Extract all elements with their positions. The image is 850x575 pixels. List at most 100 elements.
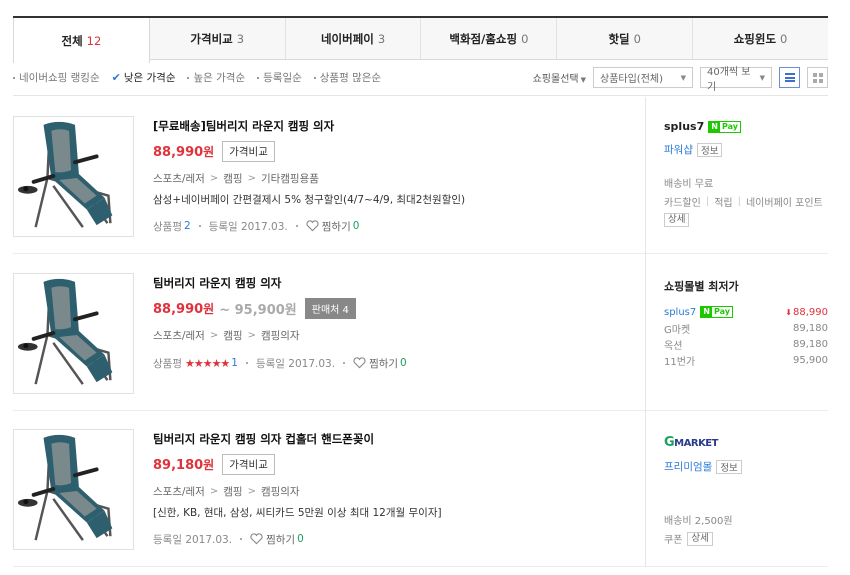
wishlist-count: 0	[297, 533, 304, 545]
tab-label: 네이버페이	[320, 31, 374, 46]
price-compare-button[interactable]: 가격비교	[222, 453, 275, 475]
product-thumbnail[interactable]	[13, 116, 134, 237]
bullet-icon	[257, 76, 260, 79]
product-thumbnail[interactable]	[13, 273, 134, 394]
mall-info-button[interactable]: 정보	[716, 459, 742, 474]
category-link[interactable]: 스포츠/레저	[153, 328, 205, 343]
price-value: 89,180	[153, 457, 204, 473]
check-icon: ✔	[111, 71, 121, 84]
lowest-price-row[interactable]: splus7 N Pay ⬇88,990	[664, 304, 828, 320]
sort-label: 상품평 많은순	[319, 72, 382, 84]
chevron-right-icon: >	[247, 485, 256, 497]
list-view-button[interactable]	[779, 67, 800, 88]
select-value: 상품타입(전체)	[600, 74, 664, 85]
wishlist-count: 0	[400, 357, 407, 369]
naver-pay-badge: N Pay	[708, 120, 741, 133]
heart-icon	[353, 357, 366, 369]
tab-count: 3	[377, 31, 386, 46]
gmarket-logo-g: G	[664, 435, 675, 450]
separator-dot	[295, 225, 298, 227]
wishlist-button[interactable]: 찜하기 0	[306, 219, 359, 234]
arrow-down-icon: ⬇	[785, 307, 792, 317]
product-title[interactable]: [무료배송]팀버리지 라운지 캠핑 의자	[153, 118, 643, 136]
separator-dot	[245, 362, 248, 364]
price-unit: 원	[203, 457, 215, 472]
benefit-detail-button[interactable]: 상세	[687, 531, 713, 546]
sort-low-price[interactable]: ✔ 낮은 가격순	[112, 70, 176, 85]
product-title[interactable]: 팀버리지 라운지 캠핑 의자	[153, 275, 643, 293]
product-info: 팀버리지 라운지 캠핑 의자 컵홀더 핸드폰꽂이 89,180원 가격비교 스포…	[153, 431, 643, 547]
chair-image	[14, 430, 133, 549]
tab-hotdeal[interactable]: 핫딜 0	[557, 18, 694, 59]
product-price: 88,990원	[153, 300, 214, 317]
product-item: 팀버리지 라운지 캠핑 의자 컵홀더 핸드폰꽂이 89,180원 가격비교 스포…	[13, 410, 828, 567]
sellers-button[interactable]: 판매처 4	[304, 297, 356, 319]
sort-high-price[interactable]: 높은 가격순	[187, 70, 245, 85]
price-range-max: ~ 95,900원	[219, 302, 297, 318]
price-compare-button[interactable]: 가격비교	[222, 140, 275, 162]
category-link[interactable]: 캠핑	[223, 171, 242, 186]
product-type-select[interactable]: 상품타입(전체) ▼	[593, 67, 693, 88]
category-link[interactable]: 스포츠/레저	[153, 484, 205, 499]
sort-ranking[interactable]: 네이버쇼핑 랭킹순	[13, 70, 100, 85]
npay-n: N	[701, 307, 712, 317]
category-path: 스포츠/레저 > 캠핑 > 캠핑의자	[153, 483, 643, 499]
mall-name-text: splus7	[664, 306, 697, 318]
benefit-info: 카드할인 | 적립 | 네이버페이 포인트	[664, 194, 828, 209]
price-value: 88,990	[153, 144, 204, 160]
price-row: 88,990원 가격비교	[153, 140, 643, 162]
grid-view-button[interactable]	[807, 67, 828, 88]
mall-select-dropdown[interactable]: 쇼핑몰선택 ▼	[533, 70, 586, 85]
sort-bar: 네이버쇼핑 랭킹순 ✔ 낮은 가격순 높은 가격순 등록일순 상품평 많은순 쇼핑…	[13, 60, 828, 96]
reg-date: 등록일 2017.03.	[208, 220, 288, 233]
product-description: 삼성+네이버페이 간편결제시 5% 청구할인(4/7~4/9, 최대2천원할인)	[153, 194, 466, 206]
category-path: 스포츠/레저 > 캠핑 > 기타캠핑용품	[153, 170, 643, 186]
lowest-price-row[interactable]: 11번가 95,900	[664, 352, 828, 368]
benefit-coupon: 쿠폰	[664, 535, 683, 546]
category-link[interactable]: 기타캠핑용품	[261, 171, 319, 186]
tab-label: 백화점/홈쇼핑	[449, 31, 518, 46]
category-link[interactable]: 캠핑의자	[261, 484, 300, 499]
tab-naver-pay[interactable]: 네이버페이 3	[286, 18, 422, 59]
category-link[interactable]: 캠핑의자	[261, 328, 300, 343]
filter-tabs: 전체 12 가격비교 3 네이버페이 3 백화점/홈쇼핑 0 핫딜 0 쇼핑윈도 0	[13, 16, 828, 63]
tab-all[interactable]: 전체 12	[13, 18, 150, 63]
sort-reg-date[interactable]: 등록일순	[257, 70, 302, 85]
mall-info-button[interactable]: 정보	[696, 142, 723, 157]
page-size-select[interactable]: 40개씩 보기 ▼	[700, 67, 772, 93]
mall-grade: 파워샵 정보	[664, 142, 828, 157]
tab-shopping-window[interactable]: 쇼핑윈도 0	[693, 18, 828, 59]
mall-price: 95,900	[793, 354, 828, 366]
review-link[interactable]: 상품평 ★★★★★ 1	[153, 356, 238, 371]
tab-count: 0	[780, 31, 788, 46]
mall-name: G마켓	[664, 324, 691, 336]
wishlist-label: 찜하기	[266, 533, 296, 546]
wishlist-button[interactable]: 찜하기 0	[250, 532, 304, 547]
tab-department-homeshopping[interactable]: 백화점/홈쇼핑 0	[421, 18, 558, 59]
product-title[interactable]: 팀버리지 라운지 캠핑 의자 컵홀더 핸드폰꽂이	[153, 431, 643, 449]
tab-count: 0	[521, 31, 529, 46]
mall-price: 89,180	[793, 322, 828, 334]
separator-dot	[198, 225, 201, 227]
product-meta: 상품평 ★★★★★ 1 등록일 2017.03. 찜하기 0	[153, 355, 643, 371]
tab-price-compare[interactable]: 가격비교 3	[150, 18, 286, 59]
sort-reviews[interactable]: 상품평 많은순	[313, 70, 382, 85]
product-thumbnail[interactable]	[13, 429, 134, 550]
bullet-icon	[313, 76, 316, 79]
category-link[interactable]: 캠핑	[223, 328, 242, 343]
caret-down-icon: ▼	[680, 73, 686, 82]
wishlist-button[interactable]: 찜하기 0	[353, 356, 407, 371]
heart-icon	[250, 533, 263, 545]
product-meta: 등록일 2017.03. 찜하기 0	[153, 531, 643, 547]
review-link[interactable]: 상품평 2	[153, 219, 191, 234]
divider: |	[705, 196, 710, 207]
category-link[interactable]: 스포츠/레저	[153, 171, 205, 186]
tab-count: 0	[633, 31, 641, 46]
mall-name-link[interactable]: splus7 N Pay	[664, 120, 828, 133]
category-link[interactable]: 캠핑	[223, 484, 242, 499]
wishlist-label: 찜하기	[369, 357, 399, 370]
lowest-price-row[interactable]: 옥션 89,180	[664, 336, 828, 352]
gmarket-logo[interactable]: GMARKET	[664, 435, 828, 450]
lowest-price-row[interactable]: G마켓 89,180	[664, 320, 828, 336]
benefit-detail-button[interactable]: 상세	[664, 213, 690, 227]
